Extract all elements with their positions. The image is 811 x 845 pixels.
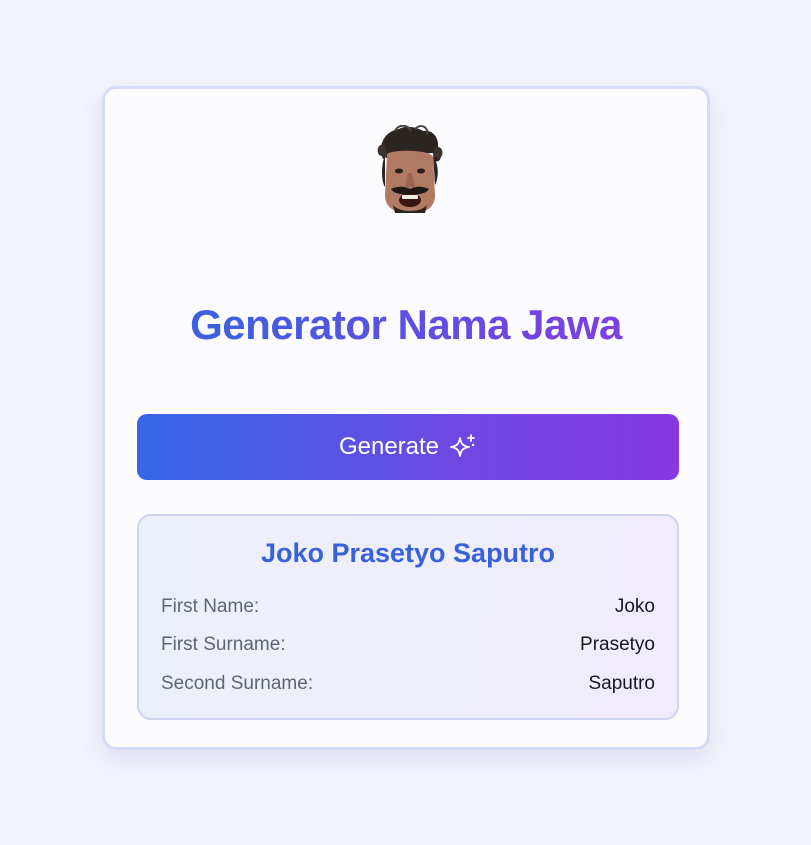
generate-button-label: Generate — [338, 433, 440, 460]
generate-button[interactable]: Generate — [137, 414, 679, 480]
first-name-value: Joko — [614, 596, 655, 617]
result-row-first-surname: First Surname: Prasetyo — [161, 634, 655, 656]
generated-full-name: Joko Prasetyo Saputro — [260, 538, 556, 568]
result-panel: Joko Prasetyo Saputro First Name: Joko F… — [137, 514, 679, 720]
generator-card: Generator Nama Jawa Generate Joko Praset… — [102, 86, 710, 750]
first-name-label: First Name: — [161, 596, 260, 617]
result-row-second-surname: Second Surname: Saputro — [161, 673, 655, 695]
second-surname-value: Saputro — [588, 673, 655, 694]
second-surname-label: Second Surname: — [161, 673, 314, 694]
first-surname-value: Prasetyo — [580, 634, 655, 655]
first-surname-label: First Surname: — [161, 634, 286, 655]
page-title: Generator Nama Jawa — [105, 297, 707, 353]
avatar-image — [377, 125, 443, 213]
result-row-first-name: First Name: Joko — [161, 596, 655, 618]
sparkle-icon — [450, 434, 475, 457]
